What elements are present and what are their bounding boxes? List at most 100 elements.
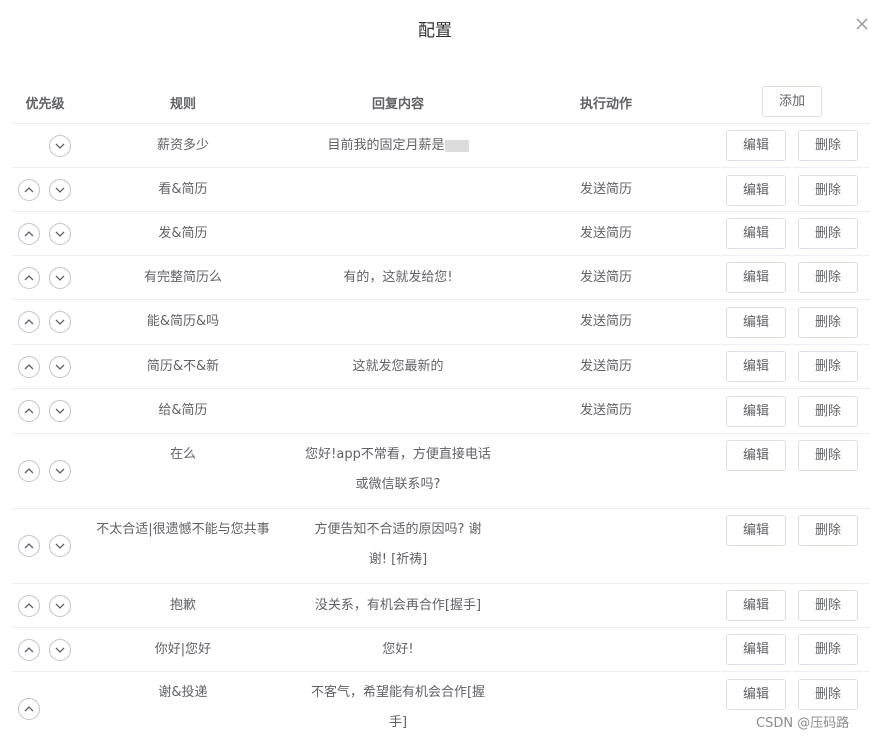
edit-button[interactable]: 编辑	[726, 262, 786, 293]
move-up-button[interactable]	[18, 460, 40, 482]
close-icon	[856, 18, 868, 30]
redacted-block	[444, 139, 469, 152]
rule-cell: 谢&投递	[158, 685, 208, 700]
rule-cell: 你好|您好	[154, 642, 212, 657]
ops-cell: 编辑 删除	[704, 679, 870, 710]
edit-button[interactable]: 编辑	[726, 307, 786, 338]
delete-button[interactable]: 删除	[798, 130, 858, 161]
move-up-button[interactable]	[18, 535, 40, 557]
move-up-button[interactable]	[18, 639, 40, 661]
table-header: 优先级 规则 回复内容 执行动作 添加	[12, 80, 870, 124]
ops-cell: 编辑 删除	[704, 634, 870, 665]
delete-button[interactable]: 删除	[798, 351, 858, 382]
edit-button[interactable]: 编辑	[726, 351, 786, 382]
move-up-button[interactable]	[18, 595, 40, 617]
move-down-button[interactable]	[49, 400, 71, 422]
chevron-down-icon	[55, 187, 65, 193]
move-down-button[interactable]	[49, 356, 71, 378]
move-down-button[interactable]	[49, 639, 71, 661]
edit-button[interactable]: 编辑	[726, 590, 786, 621]
table-row: 薪资多少 目前我的固定月薪是 编辑 删除	[12, 124, 870, 168]
delete-button[interactable]: 删除	[798, 634, 858, 665]
chevron-up-icon	[24, 187, 34, 193]
delete-button[interactable]: 删除	[798, 440, 858, 471]
move-down-button[interactable]	[49, 535, 71, 557]
header-reply: 回复内容	[371, 97, 424, 112]
reply-cell: 您好!	[382, 642, 414, 657]
reply-cell: 没关系，有机会再合作[握手]	[314, 598, 482, 613]
rule-cell: 薪资多少	[156, 138, 209, 153]
chevron-down-icon	[55, 364, 65, 370]
ops-cell: 编辑 删除	[704, 590, 870, 621]
delete-button[interactable]: 删除	[798, 175, 858, 206]
table-row: 有完整简历么 有的，这就发给您! 发送简历 编辑 删除	[12, 256, 870, 300]
delete-button[interactable]: 删除	[798, 515, 858, 546]
header-action: 执行动作	[579, 97, 632, 112]
move-up-button[interactable]	[18, 356, 40, 378]
table-row: 你好|您好 您好! 编辑 删除	[12, 628, 870, 672]
chevron-up-icon	[24, 364, 34, 370]
rule-cell: 发&简历	[158, 226, 208, 241]
move-down-button[interactable]	[49, 135, 71, 157]
edit-button[interactable]: 编辑	[726, 634, 786, 665]
reply-cell: 您好!app不常看，方便直接电话 或微信联系吗?	[288, 440, 508, 500]
reply-line: 不客气，希望能有机会合作[握	[310, 685, 486, 700]
rule-cell: 不太合适|很遗憾不能与您共事	[96, 522, 270, 537]
move-up-button[interactable]	[18, 698, 40, 720]
rule-cell: 能&简历&吗	[146, 314, 220, 329]
delete-button[interactable]: 删除	[798, 590, 858, 621]
ops-cell: 编辑 删除	[704, 440, 870, 471]
delete-button[interactable]: 删除	[798, 679, 858, 710]
table-row: 不太合适|很遗憾不能与您共事 方便告知不合适的原因吗? 谢 谢! [祈祷] 编辑…	[12, 509, 870, 584]
rule-cell: 在么	[169, 447, 196, 462]
chevron-down-icon	[55, 468, 65, 474]
move-down-button[interactable]	[49, 267, 71, 289]
edit-button[interactable]: 编辑	[726, 679, 786, 710]
ops-cell: 编辑 删除	[704, 262, 870, 293]
move-down-button[interactable]	[49, 223, 71, 245]
table-row: 谢&投递 不客气，希望能有机会合作[握 手] 编辑 删除	[12, 672, 870, 738]
chevron-down-icon	[55, 143, 65, 149]
chevron-down-icon	[55, 543, 65, 549]
move-down-button[interactable]	[49, 179, 71, 201]
delete-button[interactable]: 删除	[798, 262, 858, 293]
move-down-button[interactable]	[49, 311, 71, 333]
edit-button[interactable]: 编辑	[726, 175, 786, 206]
chevron-down-icon	[55, 319, 65, 325]
move-up-button[interactable]	[18, 223, 40, 245]
chevron-down-icon	[55, 231, 65, 237]
edit-button[interactable]: 编辑	[726, 515, 786, 546]
reply-line: 或微信联系吗?	[355, 477, 441, 492]
chevron-up-icon	[24, 603, 34, 609]
rule-cell: 简历&不&新	[146, 359, 220, 374]
chevron-up-icon	[24, 275, 34, 281]
table-row: 发&简历 发送简历 编辑 删除	[12, 212, 870, 256]
move-up-button[interactable]	[18, 400, 40, 422]
table-row: 在么 您好!app不常看，方便直接电话 或微信联系吗? 编辑 删除	[12, 434, 870, 509]
action-cell: 发送简历	[579, 226, 632, 241]
delete-button[interactable]: 删除	[798, 307, 858, 338]
reply-cell: 这就发您最新的	[352, 359, 444, 374]
move-up-button[interactable]	[18, 267, 40, 289]
ops-cell: 编辑 删除	[704, 515, 870, 546]
chevron-up-icon	[24, 408, 34, 414]
close-button[interactable]	[856, 18, 870, 36]
reply-line: 方便告知不合适的原因吗? 谢	[314, 522, 482, 537]
action-cell: 发送简历	[579, 270, 632, 285]
delete-button[interactable]: 删除	[798, 218, 858, 249]
delete-button[interactable]: 删除	[798, 396, 858, 427]
chevron-up-icon	[24, 647, 34, 653]
move-up-button[interactable]	[18, 311, 40, 333]
edit-button[interactable]: 编辑	[726, 218, 786, 249]
edit-button[interactable]: 编辑	[726, 130, 786, 161]
add-button[interactable]: 添加	[762, 86, 822, 117]
header-priority: 优先级	[25, 97, 65, 112]
move-up-button[interactable]	[18, 179, 40, 201]
edit-button[interactable]: 编辑	[726, 396, 786, 427]
chevron-down-icon	[55, 275, 65, 281]
table-row: 简历&不&新 这就发您最新的 发送简历 编辑 删除	[12, 345, 870, 389]
move-down-button[interactable]	[49, 595, 71, 617]
edit-button[interactable]: 编辑	[726, 440, 786, 471]
action-cell: 发送简历	[579, 403, 632, 418]
move-down-button[interactable]	[49, 460, 71, 482]
